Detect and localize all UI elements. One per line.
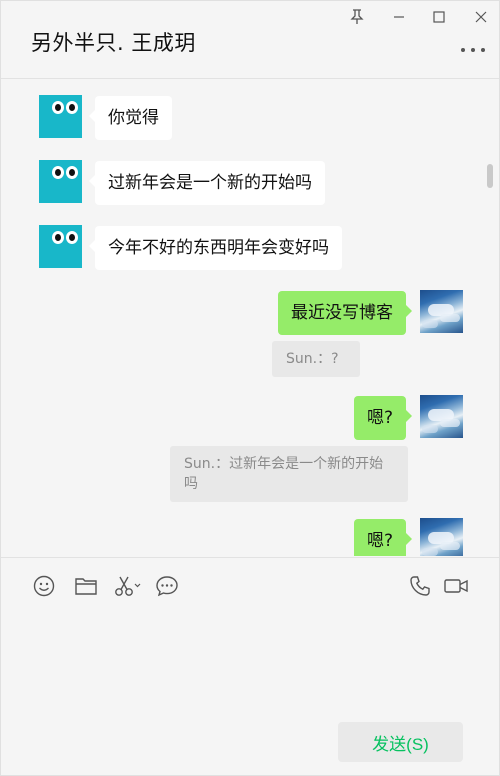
message-bubble-outgoing[interactable]: 嗯? xyxy=(353,519,413,556)
close-button[interactable] xyxy=(471,7,491,27)
close-icon xyxy=(475,11,487,23)
my-avatar[interactable] xyxy=(420,395,463,438)
pin-icon xyxy=(350,9,364,24)
message-bubble-incoming[interactable]: 你觉得 xyxy=(89,96,172,140)
more-options-button[interactable] xyxy=(461,43,485,57)
contact-avatar[interactable] xyxy=(39,95,82,138)
pin-button[interactable] xyxy=(347,7,367,27)
message-bubble-outgoing[interactable]: 最近没写博客 xyxy=(278,291,412,335)
chat-window: 另外半只. 王成玥 你觉得 过新年会是一个新的开始吗 今年不好的东西明年会变好吗… xyxy=(0,0,500,776)
video-call-button[interactable] xyxy=(442,573,470,599)
maximize-button[interactable] xyxy=(429,7,449,27)
input-divider xyxy=(1,557,499,558)
chat-history-button[interactable] xyxy=(155,573,179,599)
my-avatar[interactable] xyxy=(420,290,463,333)
minimize-button[interactable] xyxy=(389,7,409,27)
message-list[interactable]: 你觉得 过新年会是一个新的开始吗 今年不好的东西明年会变好吗 最近没写博客 Su… xyxy=(1,80,499,556)
more-dot-icon xyxy=(471,48,475,52)
folder-icon xyxy=(75,578,97,595)
minimize-icon xyxy=(394,16,404,18)
screenshot-button[interactable] xyxy=(113,573,141,599)
voice-call-icon xyxy=(410,576,430,596)
send-file-button[interactable] xyxy=(73,573,99,599)
emoji-button[interactable] xyxy=(32,573,56,599)
chat-title: 另外半只. 王成玥 xyxy=(31,31,196,55)
message-bubble-outgoing[interactable]: 嗯? xyxy=(353,396,413,440)
more-dot-icon xyxy=(461,48,465,52)
contact-avatar[interactable] xyxy=(39,160,82,203)
send-button[interactable]: 发送(S) xyxy=(338,722,463,762)
video-call-icon xyxy=(444,579,468,593)
quoted-message[interactable]: Sun.：? xyxy=(272,341,360,377)
message-input[interactable] xyxy=(21,611,481,711)
message-bubble-incoming[interactable]: 今年不好的东西明年会变好吗 xyxy=(89,226,342,270)
chat-history-icon xyxy=(156,576,178,597)
more-dot-icon xyxy=(481,48,485,52)
quoted-message[interactable]: Sun.：过新年会是一个新的开始吗 xyxy=(170,446,408,502)
scrollbar-thumb[interactable] xyxy=(487,164,493,188)
voice-call-button[interactable] xyxy=(408,573,432,599)
my-avatar[interactable] xyxy=(420,518,463,556)
maximize-icon xyxy=(433,11,445,23)
scissors-icon xyxy=(115,576,141,596)
message-bubble-incoming[interactable]: 过新年会是一个新的开始吗 xyxy=(89,161,325,205)
emoji-icon xyxy=(33,575,55,597)
title-bar: 另外半只. 王成玥 xyxy=(1,1,499,79)
contact-avatar[interactable] xyxy=(39,225,82,268)
